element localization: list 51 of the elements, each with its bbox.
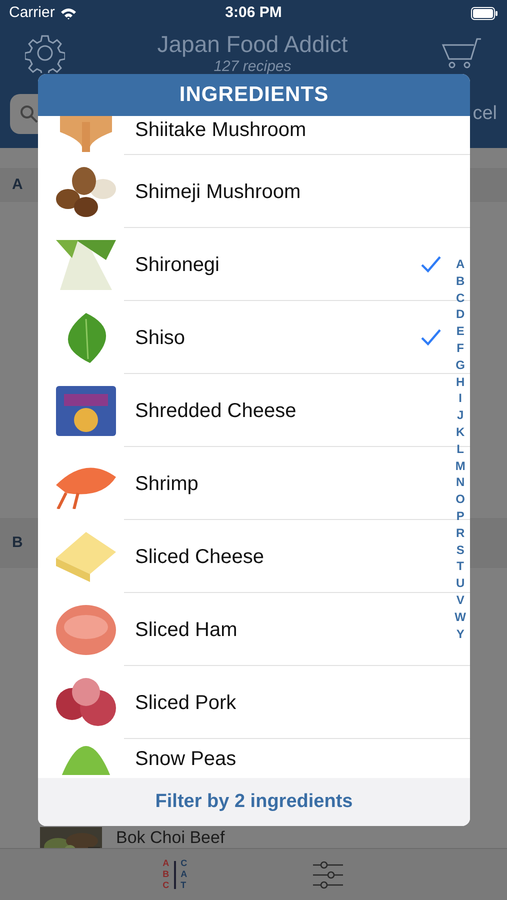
settings-icon[interactable] [25,33,65,73]
filter-sliders-icon[interactable] [312,860,344,888]
index-letter[interactable]: V [456,592,464,609]
ingredient-name[interactable]: Shrimp [135,472,198,496]
index-letter[interactable]: R [456,524,465,542]
recipe-name[interactable]: Bok Choi Beef [116,828,225,848]
index-letter[interactable]: K [456,424,465,441]
sort-letter: T [180,880,188,891]
index-letter[interactable]: B [456,272,465,290]
sort-letter: C [180,858,188,869]
carrier-label: Carrier [9,2,55,23]
sort-letter: A [162,858,170,869]
index-letter[interactable]: U [456,575,465,592]
index-letter[interactable]: E [456,323,464,340]
index-letter[interactable]: I [458,390,462,408]
index-letter[interactable]: N [456,474,465,492]
search-icon [20,105,38,123]
index-letter[interactable]: W [454,608,466,626]
sort-letter: B [162,869,170,880]
battery-icon [471,6,498,20]
sort-toggle[interactable]: A B C C A T [162,858,188,891]
index-letter[interactable]: S [456,542,464,558]
ingredient-name[interactable]: Sliced Ham [135,618,238,642]
cart-icon[interactable] [440,36,482,70]
index-letter[interactable]: C [456,290,465,306]
ingredient-name[interactable]: Shiso [135,326,186,350]
index-letter[interactable]: L [456,440,464,458]
ingredient-name[interactable]: Sliced Cheese [135,544,264,568]
index-letter[interactable]: H [456,374,465,390]
wifi-icon [60,6,77,20]
dialog-title: INGREDIENTS [38,74,470,116]
app-title: Japan Food Addict [157,30,348,58]
index-letter[interactable]: G [456,356,465,374]
index-letter[interactable]: D [456,306,465,324]
ingredient-name[interactable]: Shironegi [135,252,220,276]
recipe-count: 127 recipes [214,58,292,76]
sort-letter: A [180,869,188,880]
index-letter[interactable]: J [456,407,464,424]
ingredient-name[interactable]: Shimeji Mushroom [135,180,301,204]
sort-letter: C [162,880,170,891]
index-letter[interactable]: O [456,491,465,508]
index-letter[interactable]: A [456,256,465,273]
ingredient-name[interactable]: Shiitake Mushroom [135,118,306,142]
ingredient-name[interactable]: Shredded Cheese [135,398,296,422]
filter-button[interactable]: Filter by 2 ingredients [38,778,470,826]
index-letter[interactable]: Y [456,626,464,642]
clock-time: 3:06 PM [225,2,282,23]
index-letter[interactable]: M [455,458,466,474]
index-letter[interactable]: F [456,340,464,357]
ingredient-name[interactable]: Sliced Pork [135,690,236,714]
ingredient-name[interactable]: Snow Peas [135,747,236,771]
